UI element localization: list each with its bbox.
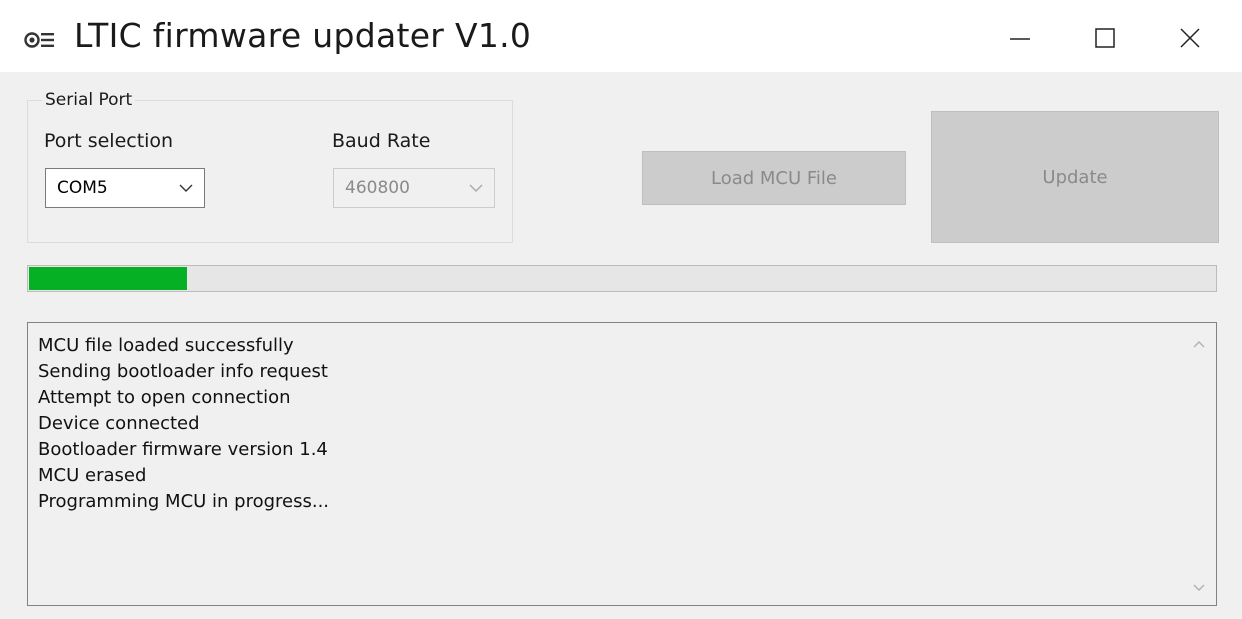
log-lines: MCU file loaded successfully Sending boo… <box>38 333 329 515</box>
baud-rate-value: 460800 <box>345 178 410 198</box>
log-line: Bootloader firmware version 1.4 <box>38 439 328 460</box>
minimize-icon <box>1010 38 1030 40</box>
maximize-icon <box>1095 28 1115 48</box>
vertical-scrollbar[interactable] <box>1182 323 1216 605</box>
port-select-value: COM5 <box>57 178 108 198</box>
scroll-down-icon[interactable] <box>1192 583 1206 593</box>
load-mcu-file-button[interactable]: Load MCU File <box>642 151 906 205</box>
close-icon <box>1180 28 1200 48</box>
update-button[interactable]: Update <box>931 111 1219 243</box>
baud-rate-select[interactable]: 460800 <box>333 168 495 208</box>
port-select[interactable]: COM5 <box>45 168 205 208</box>
app-window: LTIC firmware updater V1.0 Serial Port P… <box>0 0 1242 619</box>
log-line: Attempt to open connection <box>38 387 291 408</box>
progress-fill <box>29 267 187 290</box>
log-line: MCU erased <box>38 465 147 486</box>
log-line: Programming MCU in progress... <box>38 491 330 512</box>
app-icon <box>24 28 58 52</box>
title-bar[interactable]: LTIC firmware updater V1.0 <box>0 0 1242 72</box>
maximize-button[interactable] <box>1085 18 1125 58</box>
scroll-up-icon[interactable] <box>1192 339 1206 349</box>
serial-port-group-label: Serial Port <box>42 90 136 110</box>
log-output[interactable]: MCU file loaded successfully Sending boo… <box>27 322 1217 606</box>
port-selection-label: Port selection <box>44 130 174 152</box>
minimize-button[interactable] <box>1000 18 1040 58</box>
chevron-down-icon <box>469 184 483 192</box>
log-line: Sending bootloader info request <box>38 361 328 382</box>
log-line: Device connected <box>38 413 200 434</box>
close-button[interactable] <box>1170 18 1210 58</box>
window-title: LTIC firmware updater V1.0 <box>74 16 532 55</box>
log-line: MCU file loaded successfully <box>38 335 294 356</box>
progress-bar <box>27 265 1217 292</box>
baud-rate-label: Baud Rate <box>332 130 431 152</box>
chevron-down-icon <box>179 184 193 192</box>
